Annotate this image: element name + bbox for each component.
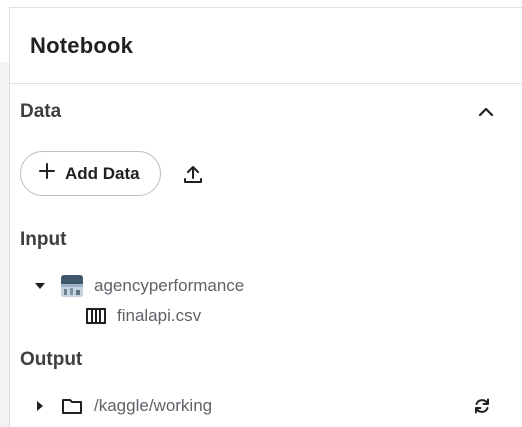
- left-gutter-strip: [0, 62, 9, 427]
- add-data-label: Add Data: [65, 163, 140, 183]
- file-name: finalapi.csv: [117, 306, 202, 325]
- caret-right-icon[interactable]: [30, 396, 50, 416]
- panel-header: Notebook: [10, 8, 522, 84]
- output-section-title: Output: [20, 349, 83, 370]
- data-section-title: Data: [20, 101, 62, 122]
- output-folder-path: /kaggle/working: [94, 396, 213, 415]
- panel-title: Notebook: [30, 32, 134, 58]
- data-actions: Add Data: [20, 151, 205, 196]
- caret-down-icon[interactable]: [30, 276, 50, 296]
- add-data-button[interactable]: Add Data: [20, 151, 161, 196]
- upload-icon[interactable]: [181, 162, 205, 186]
- tree-row-file[interactable]: finalapi.csv: [85, 304, 201, 328]
- left-gutter: [0, 0, 9, 427]
- folder-icon: [61, 395, 83, 417]
- chevron-up-icon[interactable]: [474, 100, 498, 124]
- notebook-panel: Notebook: [9, 7, 522, 427]
- table-columns-icon: [85, 305, 107, 327]
- refresh-icon[interactable]: [470, 394, 494, 418]
- dataset-thumbnail: [61, 275, 83, 297]
- tree-row-output-folder[interactable]: /kaggle/working: [30, 394, 212, 418]
- dataset-name: agencyperformance: [94, 276, 245, 295]
- tree-row-dataset[interactable]: agencyperformance: [30, 274, 244, 298]
- plus-icon: [39, 163, 55, 184]
- input-section-title: Input: [20, 229, 67, 250]
- data-section-header[interactable]: Data: [20, 100, 498, 124]
